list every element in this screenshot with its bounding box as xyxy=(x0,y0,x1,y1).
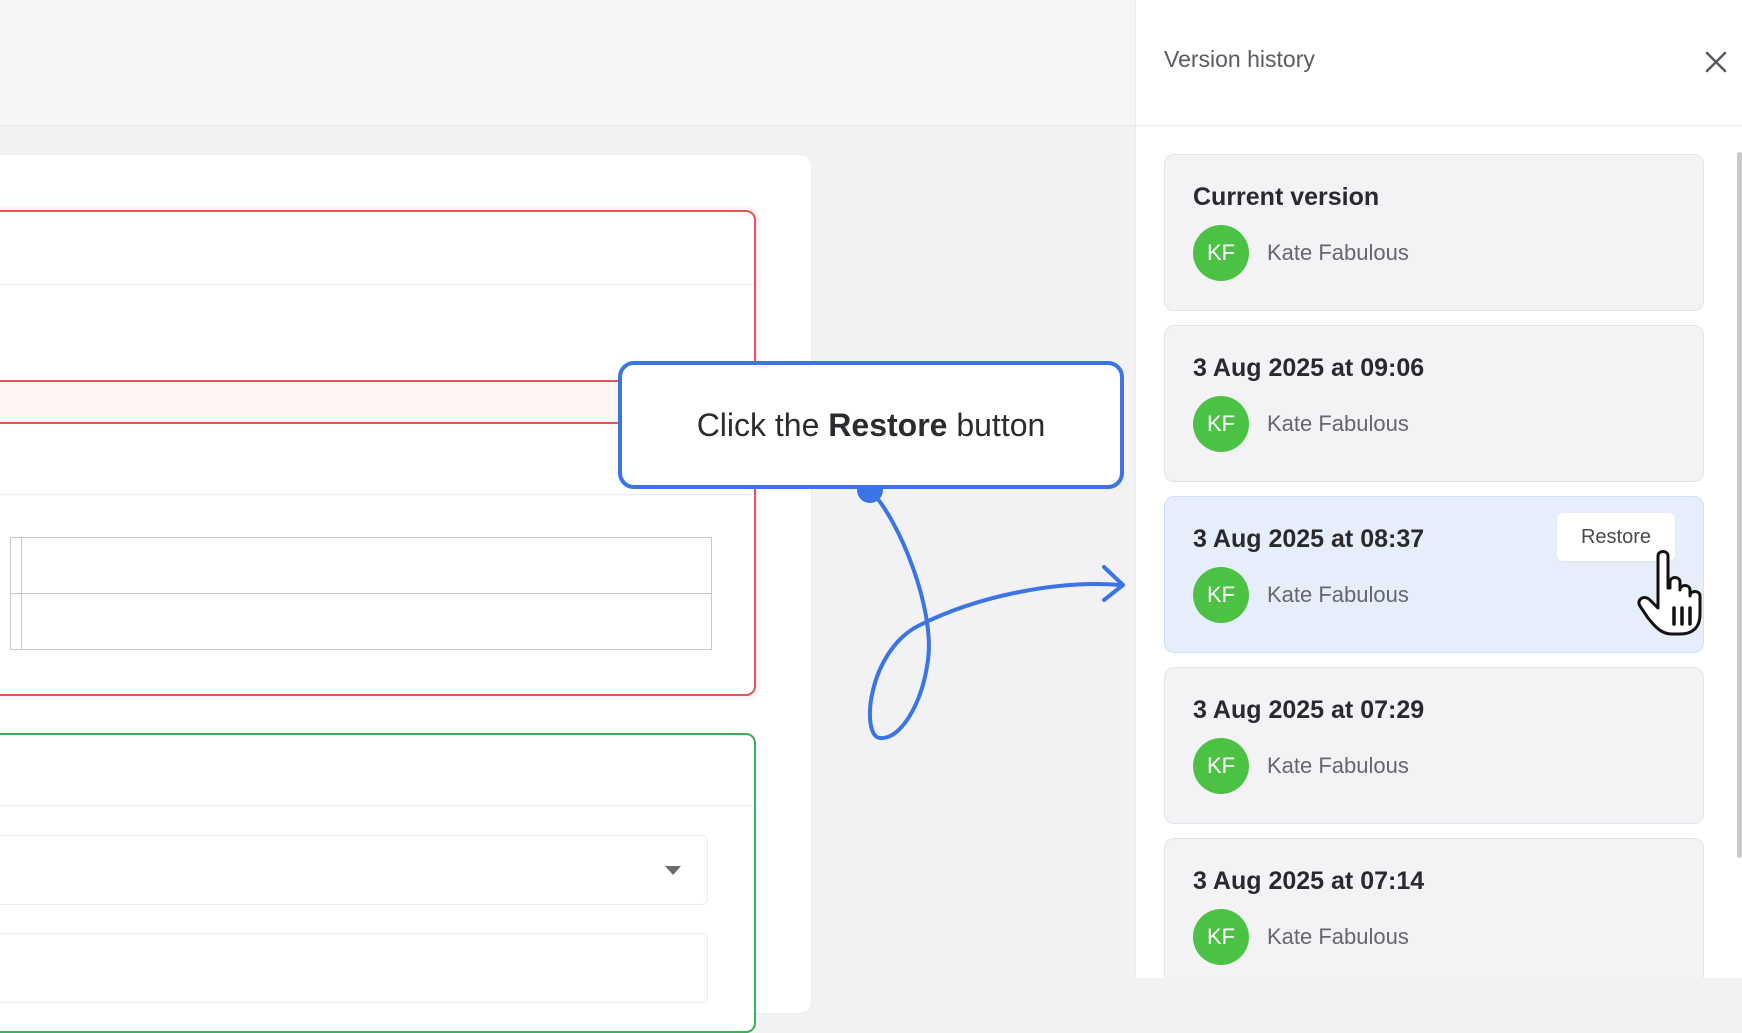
form-section-valid[interactable] xyxy=(0,733,756,1033)
version-author: Kate Fabulous xyxy=(1267,240,1409,265)
avatar: KF xyxy=(1193,396,1249,452)
version-card[interactable]: 3 Aug 2025 at 09:06 KF Kate Fabulous xyxy=(1164,325,1704,482)
section-divider xyxy=(0,494,754,495)
version-card-current[interactable]: Current version KF Kate Fabulous xyxy=(1164,154,1704,311)
close-icon xyxy=(1705,51,1727,73)
section-divider xyxy=(0,805,754,806)
version-author: Kate Fabulous xyxy=(1267,753,1409,778)
version-title: 3 Aug 2025 at 08:37 xyxy=(1193,525,1425,553)
chevron-down-icon xyxy=(665,866,681,875)
version-card[interactable]: 3 Aug 2025 at 07:29 KF Kate Fabulous xyxy=(1164,667,1704,824)
table-row-line xyxy=(11,593,711,594)
version-title: 3 Aug 2025 at 07:29 xyxy=(1193,696,1425,724)
avatar: KF xyxy=(1193,567,1249,623)
callout-suffix: button xyxy=(947,406,1046,443)
version-author: Kate Fabulous xyxy=(1267,411,1409,436)
editor-area xyxy=(0,0,1135,1033)
panel-title: Version history xyxy=(1164,46,1315,72)
avatar: KF xyxy=(1193,225,1249,281)
avatar: KF xyxy=(1193,909,1249,965)
version-card[interactable]: 3 Aug 2025 at 07:14 KF Kate Fabulous xyxy=(1164,838,1704,978)
version-author: Kate Fabulous xyxy=(1267,924,1409,949)
panel-scrollbar[interactable] xyxy=(1737,152,1742,858)
callout-emphasis: Restore xyxy=(828,406,948,443)
version-history-panel: Version history Current version KF Kate … xyxy=(1135,0,1742,978)
restore-button[interactable]: Restore xyxy=(1557,513,1675,561)
panel-header: Version history xyxy=(1136,0,1742,126)
callout-prefix: Click the xyxy=(696,406,829,443)
text-input[interactable] xyxy=(0,933,708,1003)
table-field[interactable] xyxy=(10,537,712,650)
dropdown-select[interactable] xyxy=(0,835,708,905)
version-title: 3 Aug 2025 at 09:06 xyxy=(1193,354,1425,382)
avatar: KF xyxy=(1193,738,1249,794)
section-divider xyxy=(0,284,754,285)
version-card-selected[interactable]: 3 Aug 2025 at 08:37 Restore KF Kate Fabu… xyxy=(1164,496,1704,653)
version-title: Current version xyxy=(1193,183,1380,211)
callout-text: Click the Restore button xyxy=(697,407,1046,444)
version-title: 3 Aug 2025 at 07:14 xyxy=(1193,867,1425,895)
version-author: Kate Fabulous xyxy=(1267,582,1409,607)
instruction-callout: Click the Restore button xyxy=(618,361,1124,489)
editor-toolbar xyxy=(0,0,1135,126)
close-button[interactable] xyxy=(1700,46,1732,78)
